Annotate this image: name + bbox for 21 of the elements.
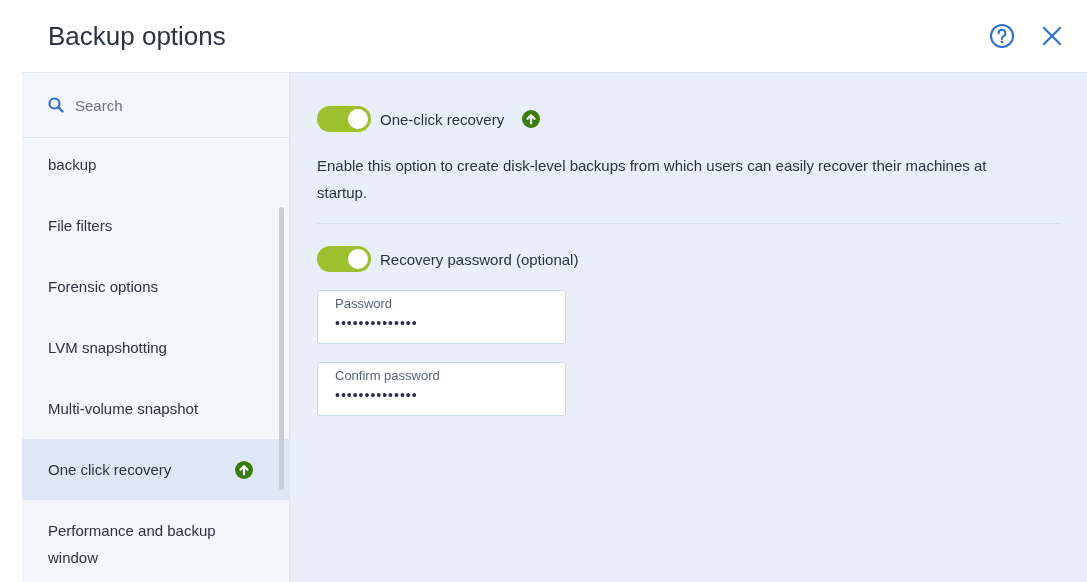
password-field[interactable]: Password ••••••••••••••: [317, 290, 566, 344]
scrollbar[interactable]: [279, 207, 284, 490]
close-icon: [1041, 25, 1063, 47]
sidebar-item[interactable]: One click recovery: [22, 439, 289, 500]
toggle-switch[interactable]: [317, 246, 371, 272]
sidebar-item[interactable]: Performance and backup window: [22, 500, 289, 582]
help-button[interactable]: [987, 21, 1017, 51]
toggle-label: One-click recovery: [380, 110, 505, 128]
sidebar-item[interactable]: Forensic options: [22, 256, 289, 317]
description-text: Enable this option to create disk-level backups from which users can easily recover their machines at startup.: [317, 156, 988, 203]
toggle-label: Recovery password (optional): [380, 250, 579, 268]
sidebar-item[interactable]: LVM snapshotting: [22, 317, 289, 378]
sidebar-item[interactable]: File filters: [22, 195, 289, 256]
toggle-switch[interactable]: [317, 106, 371, 132]
sidebar-item[interactable]: backup: [22, 138, 289, 195]
password-field[interactable]: Confirm password ••••••••••••••: [317, 362, 566, 416]
dialog-title: Backup options: [48, 20, 226, 52]
help-icon: [989, 23, 1015, 49]
sidebar-item[interactable]: Multi-volume snapshot: [22, 378, 289, 439]
search-field[interactable]: Search: [73, 95, 257, 115]
search-icon: [48, 97, 64, 113]
